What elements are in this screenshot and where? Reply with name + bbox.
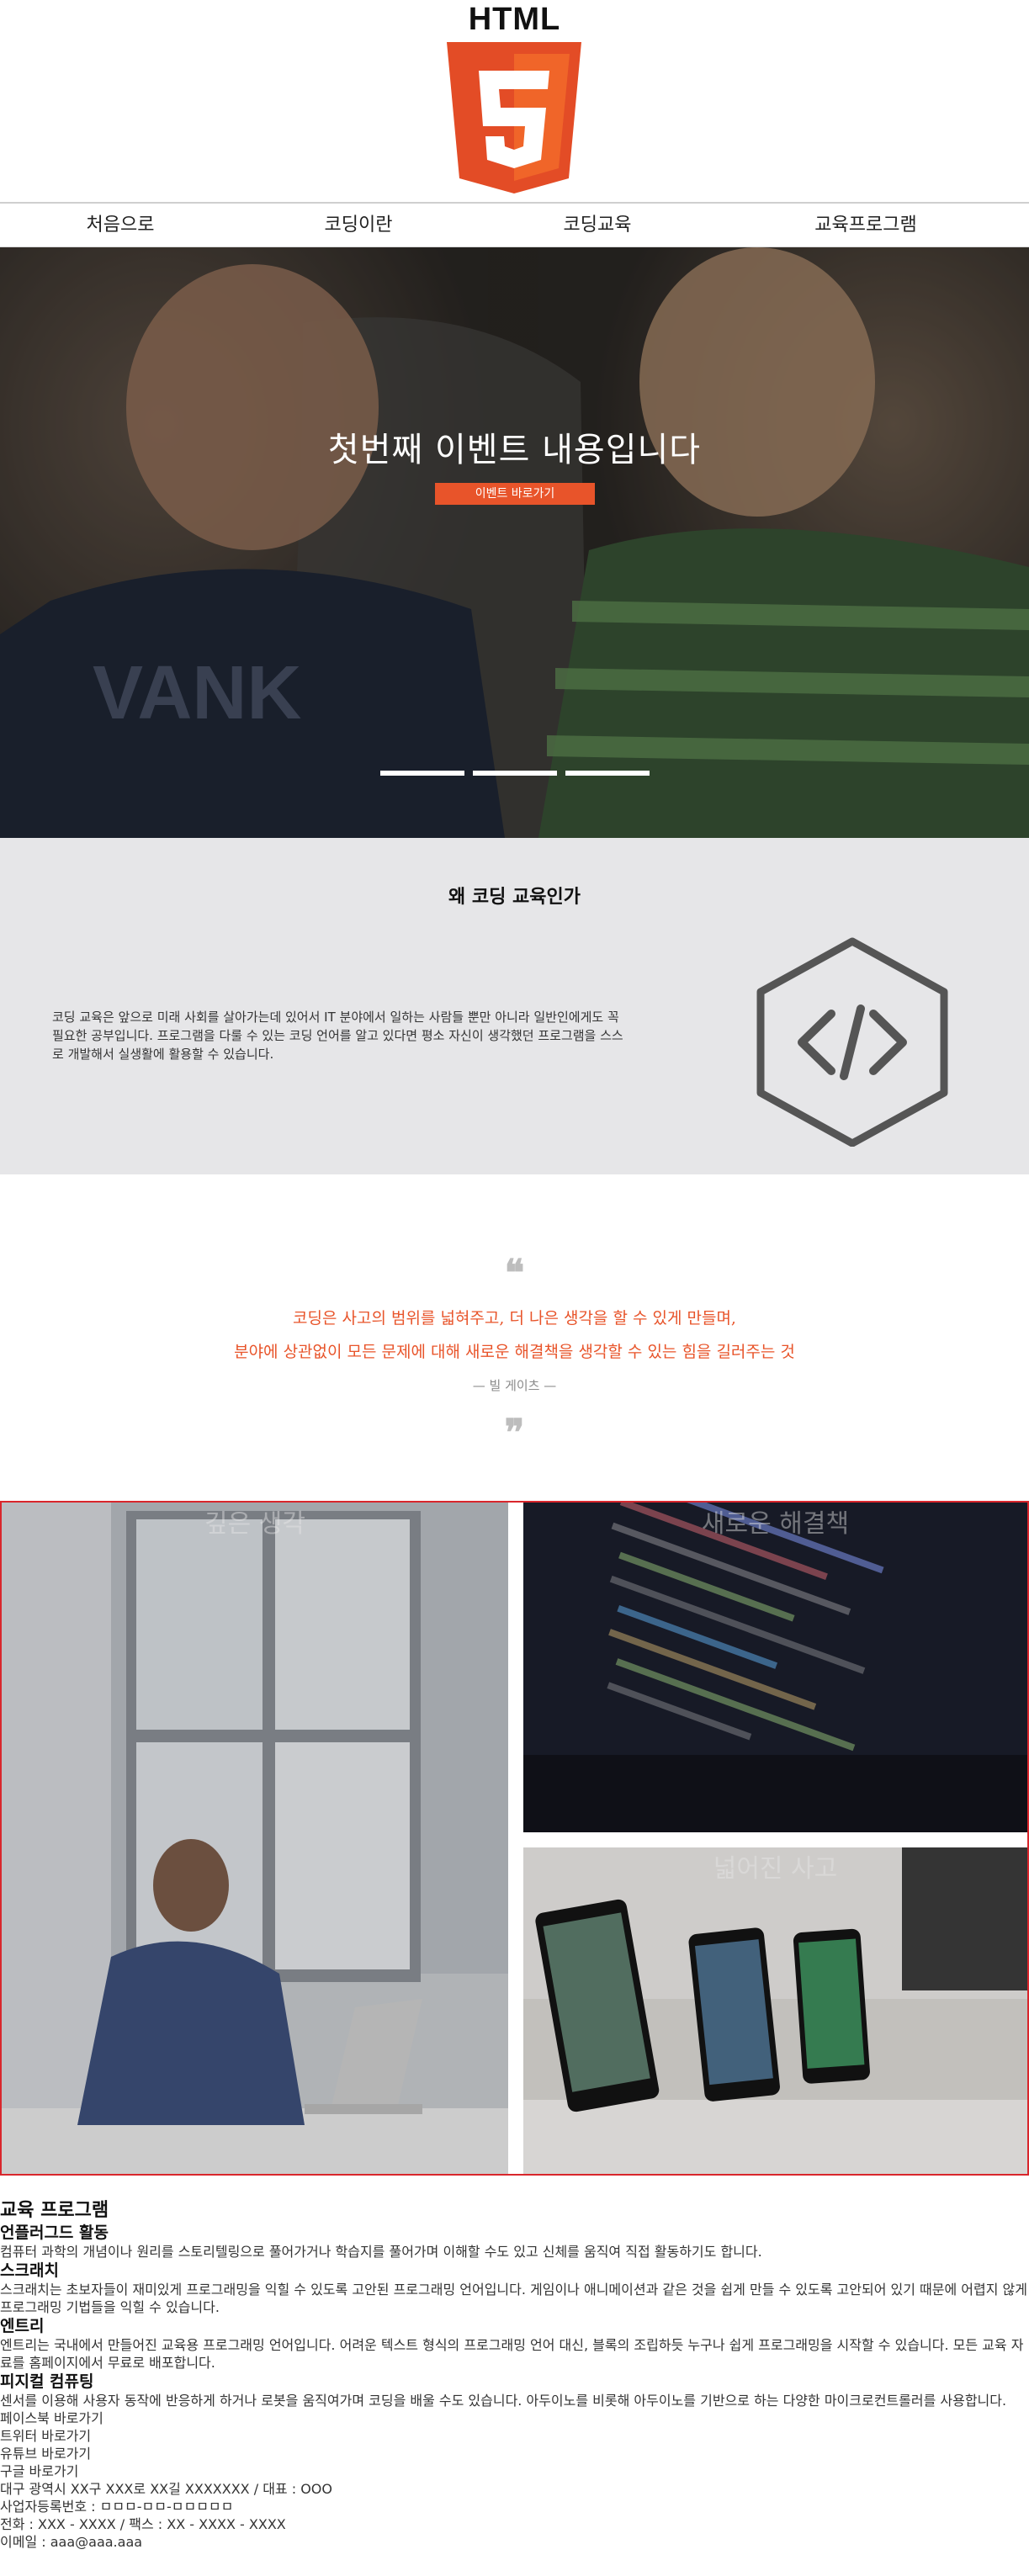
twitter-link[interactable]: 트위터 바로가기	[0, 2427, 1029, 2445]
footer-phone: 전화 : XXX - XXXX / 팩스 : XX - XXXX - XXXX	[0, 2516, 286, 2532]
code-screen-image	[523, 1503, 1027, 1832]
office-photo-image	[2, 1503, 508, 2174]
nav-item-program[interactable]: 교육프로그램	[765, 204, 967, 247]
tile-caption: 깊은 생각	[204, 1509, 305, 1539]
quote-section: ❝ 코딩은 사고의 범위를 넓혀주고, 더 나은 생각을 할 수 있게 만들며,…	[0, 1174, 1029, 1501]
quote-author: — 빌 게이츠 —	[472, 1378, 557, 1393]
why-title: 왜 코딩 교육인가	[448, 887, 581, 908]
hero-title: 첫번째 이벤트 내용입니다	[327, 431, 702, 469]
close-quote-icon: ❞	[504, 1412, 525, 1455]
gallery-tile-broad-thinking[interactable]: 넓어진 사고	[523, 1847, 1027, 2174]
program-item-title: 언플러그드 활동	[0, 2224, 109, 2242]
program-item-desc: 컴퓨터 과학의 개념이나 원리를 스토리텔링으로 풀어가거나 학습지를 풀어가며…	[0, 2244, 762, 2260]
smartphones-image	[523, 1847, 1027, 2174]
tile-caption: 넓어진 사고	[713, 1854, 838, 1884]
footer-business-number: 사업자등록번호 : ㅁㅁㅁ-ㅁㅁ-ㅁㅁㅁㅁㅁ	[0, 2499, 234, 2515]
quote-line-2: 분야에 상관없이 모든 문제에 대해 새로운 해결책을 생각할 수 있는 힘을 …	[234, 1343, 795, 1361]
gallery-tile-deep-thinking[interactable]: 깊은 생각	[2, 1503, 508, 2174]
gallery-tile-new-solution[interactable]: 새로운 해결책	[523, 1503, 1027, 1832]
footer-email: 이메일 : aaa@aaa.aaa	[0, 2534, 143, 2550]
site-header: HTML	[0, 0, 1029, 202]
why-section: 왜 코딩 교육인가 코딩 교육은 앞으로 미래 사회를 살아가는데 있어서 IT…	[0, 838, 1029, 1174]
program-item-title: 엔트리	[0, 2317, 45, 2335]
program-item-desc: 스크래치는 초보자들이 재미있게 프로그래밍을 익힐 수 있도록 고안된 프로그…	[0, 2282, 1027, 2315]
main-nav: 처음으로 코딩이란 코딩교육 교육프로그램	[0, 202, 1029, 247]
logo-text: HTML	[468, 2, 561, 37]
program-item-title: 피지컬 컴퓨팅	[0, 2372, 94, 2391]
program-item-desc: 엔트리는 국내에서 만들어진 교육용 프로그래밍 언어입니다. 어려운 텍스트 …	[0, 2337, 1024, 2371]
facebook-link[interactable]: 페이스북 바로가기	[0, 2409, 1029, 2427]
program-title: 교육 프로그램	[0, 2200, 109, 2221]
program-item-desc: 센서를 이용해 사용자 동작에 반응하게 하거나 로봇을 움직여가며 코딩을 배…	[0, 2393, 1007, 2409]
google-link[interactable]: 구글 바로가기	[0, 2462, 1029, 2480]
nav-item-education[interactable]: 코딩교육	[496, 204, 698, 247]
youtube-link[interactable]: 유튜브 바로가기	[0, 2445, 1029, 2462]
quote-line-1: 코딩은 사고의 범위를 넓혀주고, 더 나은 생각을 할 수 있게 만들며,	[293, 1309, 736, 1328]
nav-item-coding[interactable]: 코딩이란	[257, 204, 459, 247]
slide-indicator-1[interactable]	[380, 771, 464, 776]
tile-caption: 새로운 해결책	[701, 1509, 850, 1539]
code-icon	[756, 937, 948, 1147]
program-item-title: 스크래치	[0, 2261, 59, 2280]
hero-slider: VANK 첫번째 이벤트 내용입니다 이벤트 바로가기	[0, 247, 1029, 838]
slide-indicator-3[interactable]	[565, 771, 650, 776]
nav-item-home[interactable]: 처음으로	[19, 204, 221, 247]
open-quote-icon: ❝	[504, 1252, 525, 1295]
hero-background-image: VANK	[0, 247, 1029, 838]
why-text: 코딩 교육은 앞으로 미래 사회를 살아가는데 있어서 IT 분야에서 일하는 …	[52, 1010, 623, 1062]
event-button[interactable]: 이벤트 바로가기	[435, 483, 595, 505]
program-section: 교육 프로그램 언플러그드 활동 컴퓨터 과학의 개념이나 원리를 스토리텔링으…	[0, 2199, 1029, 2551]
slide-indicator-2[interactable]	[473, 771, 557, 776]
html5-logo-icon[interactable]	[447, 42, 581, 193]
footer-address: 대구 광역시 XX구 XXX로 XX길 XXXXXXX / 대표 : OOO	[0, 2481, 332, 2497]
gallery: 깊은 생각 새로운 해결책 넓어진 사고	[0, 1501, 1029, 2176]
